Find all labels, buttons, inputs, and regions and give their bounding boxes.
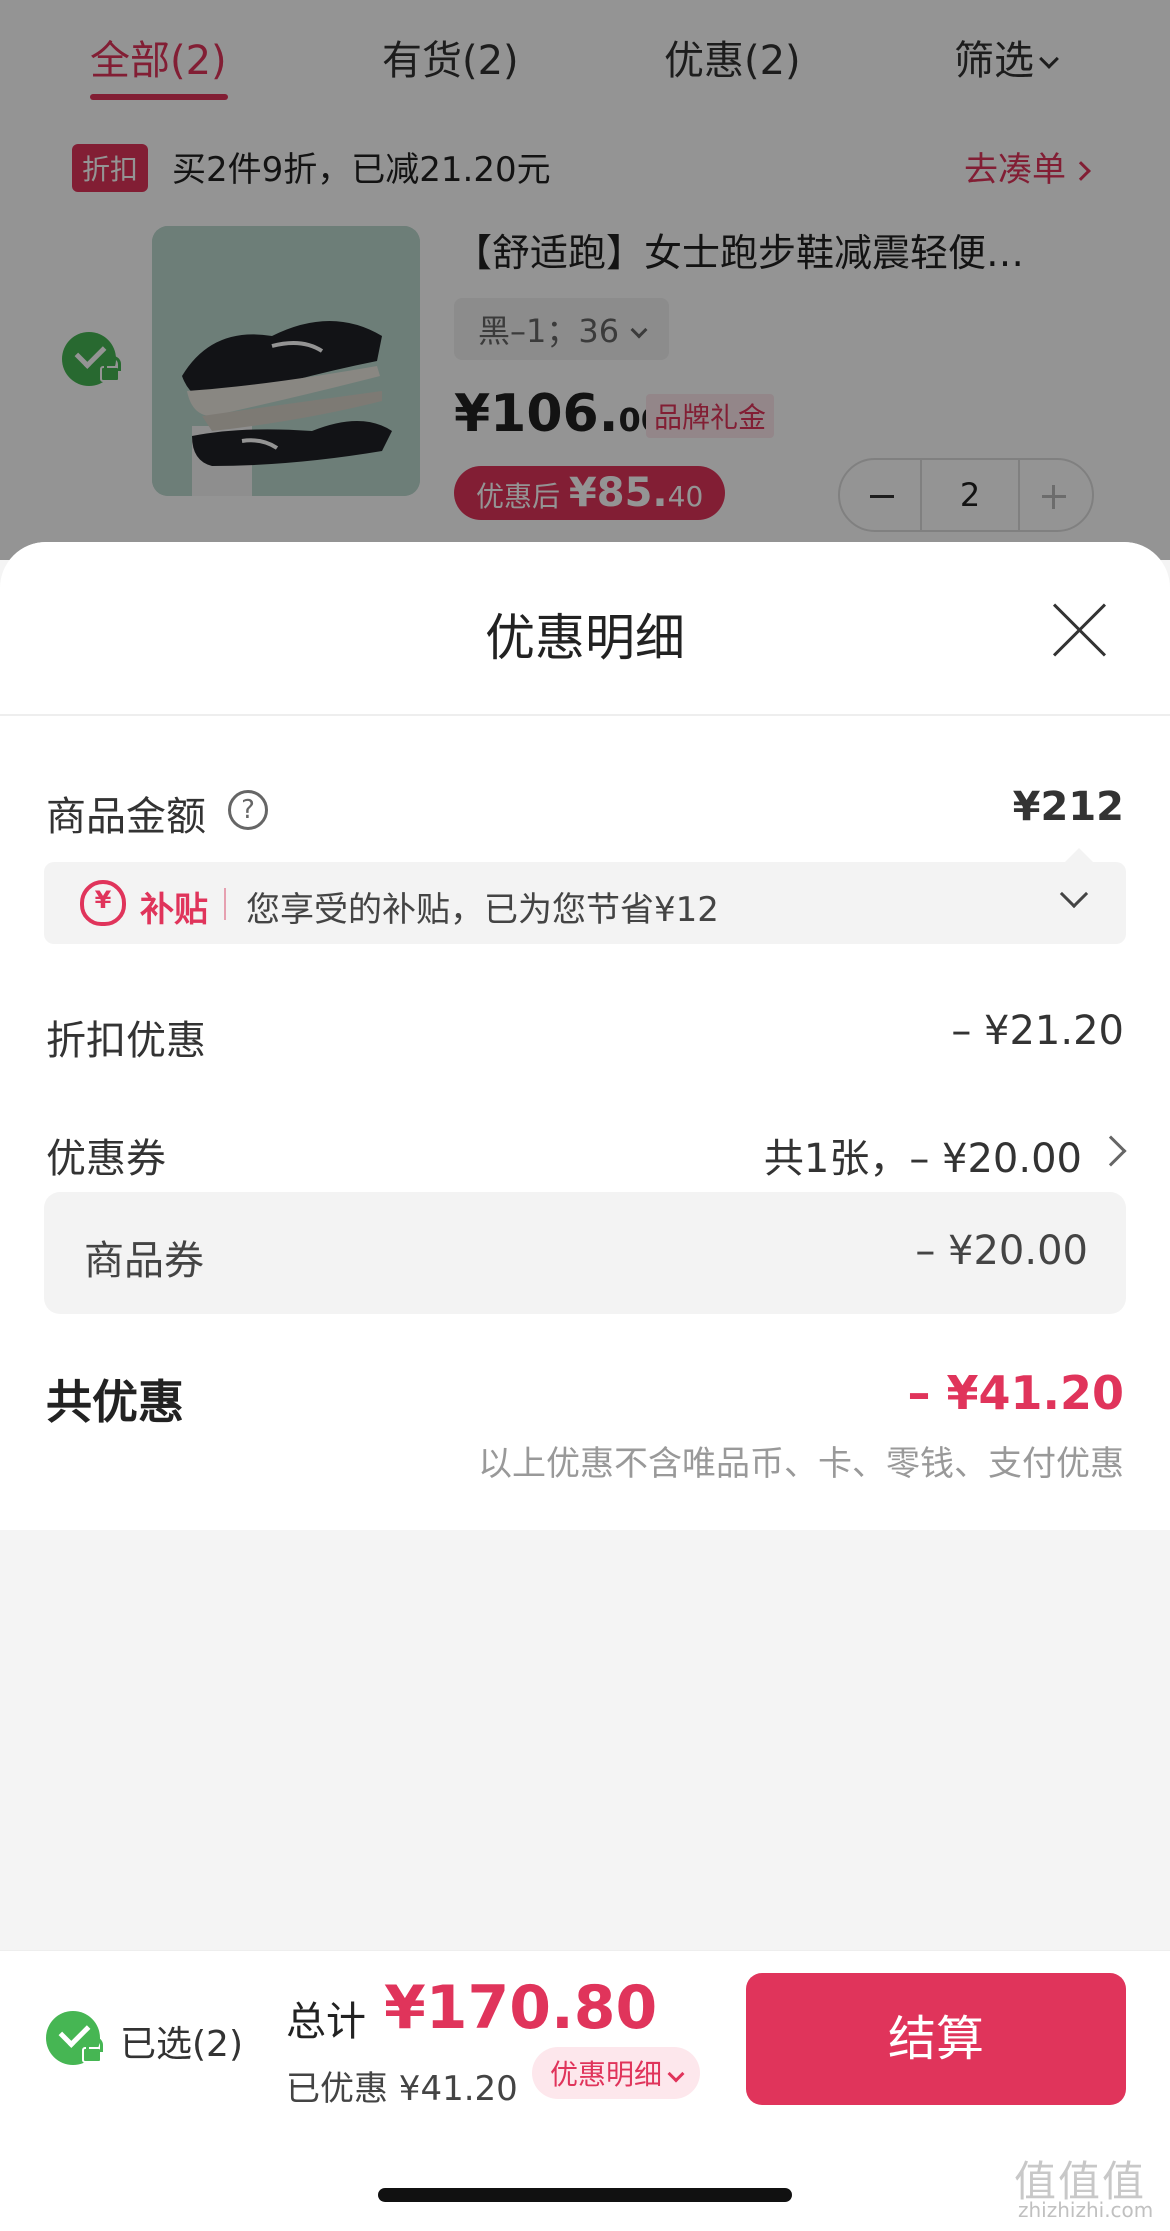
coupon-item: 商品券 – ¥20.00 (44, 1192, 1126, 1314)
coupon-item-amount: – ¥20.00 (915, 1228, 1088, 1274)
total-discount-label: 共优惠 (46, 1375, 184, 1429)
saved-amount: 已优惠 ¥41.20 (286, 2069, 518, 2109)
money-bag-icon (80, 880, 126, 926)
discount-label: 折扣优惠 (46, 1018, 206, 1064)
total-label: 总计 (286, 1999, 366, 2045)
sheet-content: 优惠明细 商品金额 ? ¥212 补贴 您享受的补贴，已为您节省¥12 折扣优惠… (0, 542, 1170, 1530)
help-icon[interactable]: ? (228, 790, 268, 830)
chevron-right-icon[interactable] (1095, 1135, 1127, 1167)
coupon-label: 优惠券 (46, 1136, 166, 1182)
goods-amount-label: 商品金额 (46, 794, 206, 840)
subsidy-text: 您享受的补贴，已为您节省¥12 (246, 890, 719, 930)
goods-amount-value: ¥212 (1012, 784, 1124, 830)
subsidy-row[interactable]: 补贴 您享受的补贴，已为您节省¥12 (44, 862, 1126, 944)
discount-detail-label: 优惠明细 (550, 2058, 663, 2091)
chevron-down-icon (667, 2065, 685, 2083)
selected-count: 已选(2) (120, 2024, 243, 2065)
coupon-item-name: 商品券 (84, 1238, 204, 1284)
subsidy-label: 补贴 (140, 890, 208, 930)
discount-note: 以上优惠不含唯品币、卡、零钱、支付优惠 (478, 1444, 1124, 1484)
divider (224, 888, 226, 920)
discount-detail-button[interactable]: 优惠明细 (532, 2047, 701, 2099)
lock-icon (82, 2037, 103, 2063)
watermark-url: zhizhizhi.com (1018, 2198, 1154, 2222)
total-price: ¥170.80 (384, 1973, 658, 2043)
sheet-title: 优惠明细 (485, 609, 685, 667)
divider (0, 714, 1170, 716)
close-icon[interactable] (1052, 602, 1106, 656)
checkout-button[interactable]: 结算 (746, 1973, 1126, 2105)
coupon-value[interactable]: 共1张，– ¥20.00 (764, 1126, 1082, 1184)
total-discount-value: – ¥41.20 (907, 1366, 1124, 1420)
home-indicator[interactable] (378, 2188, 792, 2202)
discount-value: – ¥21.20 (951, 1008, 1124, 1054)
chevron-down-icon[interactable] (1059, 879, 1089, 909)
modal-overlay[interactable] (0, 0, 1170, 560)
